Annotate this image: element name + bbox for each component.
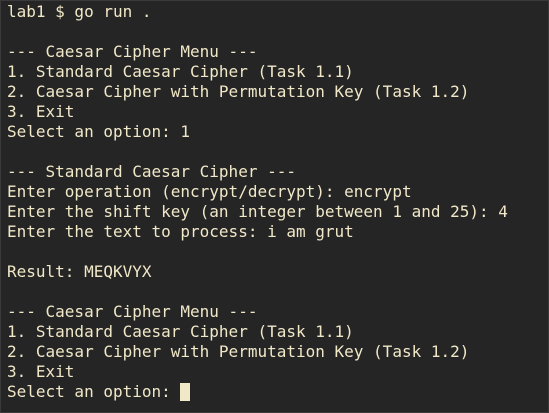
- terminal-line: Enter operation (encrypt/decrypt): encry…: [7, 182, 412, 201]
- terminal-line: lab1 $ go run .: [7, 2, 152, 21]
- terminal-line: Enter the shift key (an integer between …: [7, 202, 508, 221]
- terminal-line: --- Caesar Cipher Menu ---: [7, 42, 258, 61]
- terminal-line: Result: MEQKVYX: [7, 262, 152, 281]
- terminal-line: 1. Standard Caesar Cipher (Task 1.1): [7, 62, 354, 81]
- terminal-line: 3. Exit: [7, 102, 75, 121]
- terminal-line: 1. Standard Caesar Cipher (Task 1.1): [7, 322, 354, 341]
- terminal-line: 2. Caesar Cipher with Permutation Key (T…: [7, 82, 470, 101]
- terminal-input-line[interactable]: Select an option:: [7, 382, 548, 402]
- terminal-line: --- Caesar Cipher Menu ---: [7, 302, 258, 321]
- terminal-line: Select an option: 1: [7, 122, 191, 141]
- terminal-line: 3. Exit: [7, 362, 75, 381]
- text-cursor: [180, 383, 191, 401]
- terminal-window[interactable]: lab1 $ go run . --- Caesar Cipher Menu -…: [0, 0, 549, 413]
- terminal-line: --- Standard Caesar Cipher ---: [7, 162, 296, 181]
- terminal-line: Enter the text to process: i am grut: [7, 222, 354, 241]
- terminal-prompt: Select an option:: [7, 382, 181, 401]
- terminal-line: 2. Caesar Cipher with Permutation Key (T…: [7, 342, 470, 361]
